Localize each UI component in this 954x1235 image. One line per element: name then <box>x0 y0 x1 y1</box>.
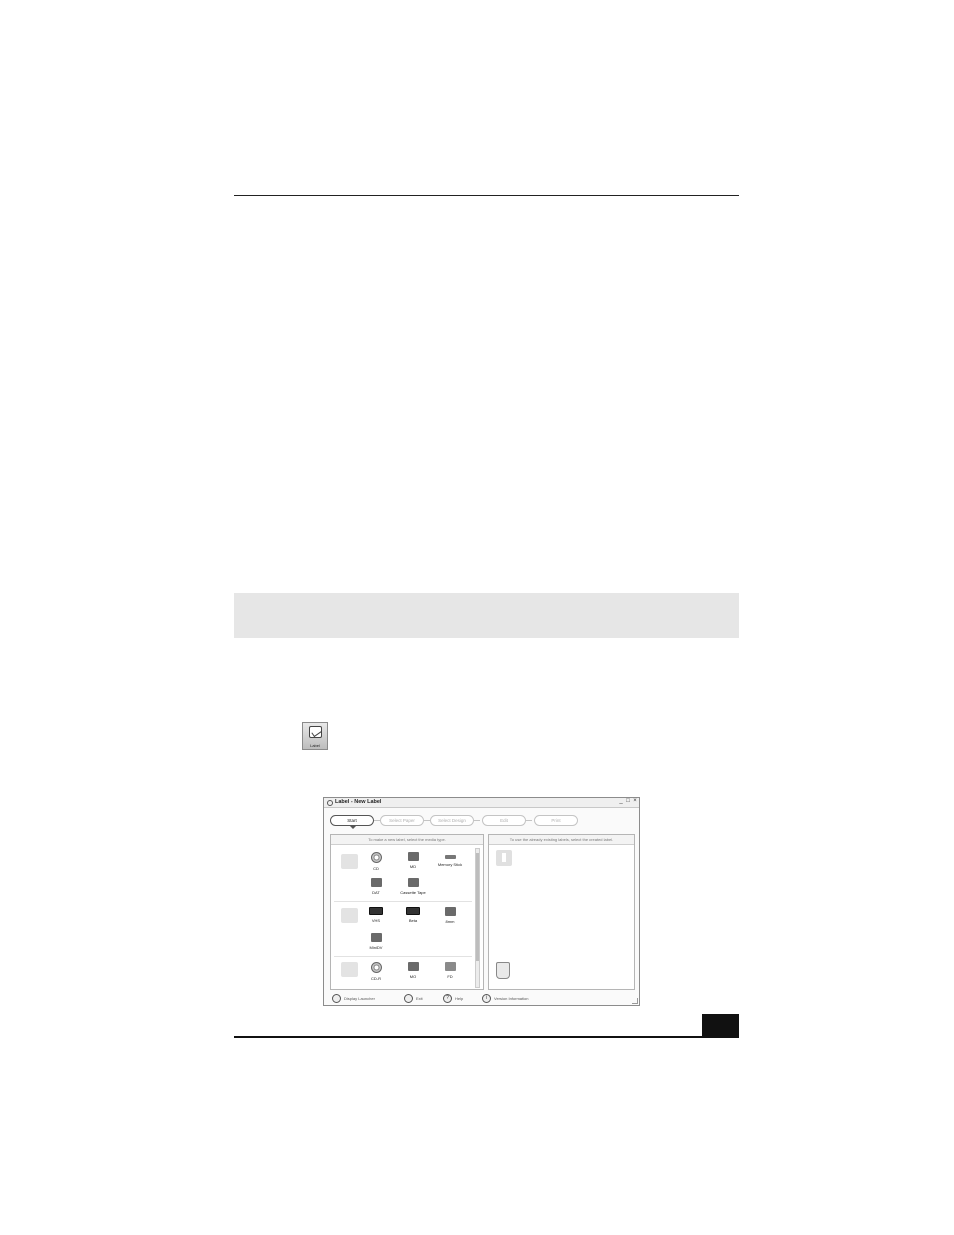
existing-labels-header: To use the already existing labels, sele… <box>489 835 634 845</box>
dat-icon <box>370 878 382 887</box>
media-label: 8mm <box>445 919 455 924</box>
note-band <box>234 593 739 638</box>
my-labels-icon[interactable] <box>496 850 512 866</box>
data-media-group: CD-R MO FD <box>334 958 472 990</box>
step-connector <box>526 820 532 821</box>
media-cd-r[interactable]: CD-R <box>361 962 391 981</box>
step-select-paper[interactable]: Select Paper <box>380 815 424 826</box>
footer-label: Exit <box>416 996 423 1001</box>
media-label: MiniDV <box>369 945 383 950</box>
media-dat[interactable]: DAT <box>361 878 391 895</box>
app-icon <box>327 800 333 806</box>
help-icon: ? <box>443 994 452 1003</box>
media-label: MD <box>409 864 417 869</box>
media-label: MO <box>409 974 417 979</box>
media-vhs[interactable]: VHS <box>361 907 391 923</box>
cassette-tape-icon <box>407 878 419 887</box>
cd-r-icon <box>370 962 382 973</box>
existing-labels-panel: To use the already existing labels, sele… <box>488 834 635 990</box>
media-mo[interactable]: MO <box>398 962 428 979</box>
media-label: Beta <box>408 918 418 923</box>
media-label: Memory Stick <box>437 862 463 867</box>
wizard-steps: Start Select Paper Select Design Edit Pr… <box>330 815 590 829</box>
footer-label: Help <box>455 996 464 1001</box>
exit-icon <box>404 994 413 1003</box>
step-print[interactable]: Print <box>534 815 578 826</box>
title-bar: Label - New Label _ □ × <box>324 798 639 808</box>
label-launcher-caption: Label <box>310 743 320 748</box>
step-start[interactable]: Start <box>330 815 374 829</box>
maximize-button[interactable]: □ <box>625 798 631 804</box>
8mm-icon <box>444 907 456 916</box>
media-8mm[interactable]: 8mm <box>435 907 465 924</box>
media-cassette-tape[interactable]: Cassette Tape <box>398 878 428 895</box>
new-label-panel: To make a new label, select the media ty… <box>330 834 484 990</box>
trash-icon[interactable] <box>496 962 510 979</box>
label-app-window: Label - New Label _ □ × Start Select Pap… <box>323 797 640 1006</box>
fd-icon <box>444 962 456 971</box>
info-icon: i <box>482 994 491 1003</box>
footer-label: Version Information <box>494 996 529 1001</box>
launcher-icon <box>332 994 341 1003</box>
minimize-button[interactable]: _ <box>618 798 624 804</box>
footer-bar: Display Launcher Exit ? Help i Version I… <box>330 994 630 1004</box>
media-label: CD <box>373 866 379 871</box>
media-label: VHS <box>371 918 381 923</box>
media-minidv[interactable]: MiniDV <box>361 933 391 950</box>
step-connector <box>474 820 480 821</box>
footer-label: Display Launcher <box>344 996 375 1001</box>
resize-grip[interactable] <box>632 998 638 1004</box>
step-edit[interactable]: Edit <box>482 815 526 826</box>
page-number-tab <box>702 1014 739 1036</box>
music-category-icon <box>341 854 358 869</box>
video-media-group: VHS Beta 8mm MiniDV <box>334 903 472 957</box>
label-launcher-button[interactable]: Label <box>302 722 328 750</box>
media-label: FD <box>447 974 453 979</box>
footer-rule <box>234 1036 739 1038</box>
step-select-design[interactable]: Select Design <box>430 815 474 826</box>
media-md[interactable]: MD <box>398 852 428 869</box>
label-icon <box>309 726 322 738</box>
memory-stick-icon <box>444 855 456 859</box>
vhs-icon <box>369 907 383 915</box>
media-cd[interactable]: CD <box>361 852 391 871</box>
mo-icon <box>407 962 419 971</box>
left-panel-scrollbar[interactable] <box>475 848 480 988</box>
minidv-icon <box>370 933 382 942</box>
media-memory-stick[interactable]: Memory Stick <box>435 852 465 867</box>
cd-icon <box>370 852 382 863</box>
media-fd[interactable]: FD <box>435 962 465 979</box>
header-rule <box>234 195 739 196</box>
scrollbar-thumb[interactable] <box>476 853 479 961</box>
beta-icon <box>406 907 420 915</box>
close-button[interactable]: × <box>632 798 638 804</box>
window-title: Label - New Label <box>335 799 382 805</box>
music-media-group: CD MD Memory Stick DAT Cassette Tape <box>334 848 472 902</box>
media-beta[interactable]: Beta <box>398 907 428 923</box>
md-icon <box>407 852 419 861</box>
media-label: DAT <box>372 890 380 895</box>
media-label: CD-R <box>371 976 381 981</box>
data-category-icon <box>341 962 358 977</box>
new-label-header: To make a new label, select the media ty… <box>331 835 483 845</box>
media-label: Cassette Tape <box>400 890 426 895</box>
video-category-icon <box>341 908 358 923</box>
